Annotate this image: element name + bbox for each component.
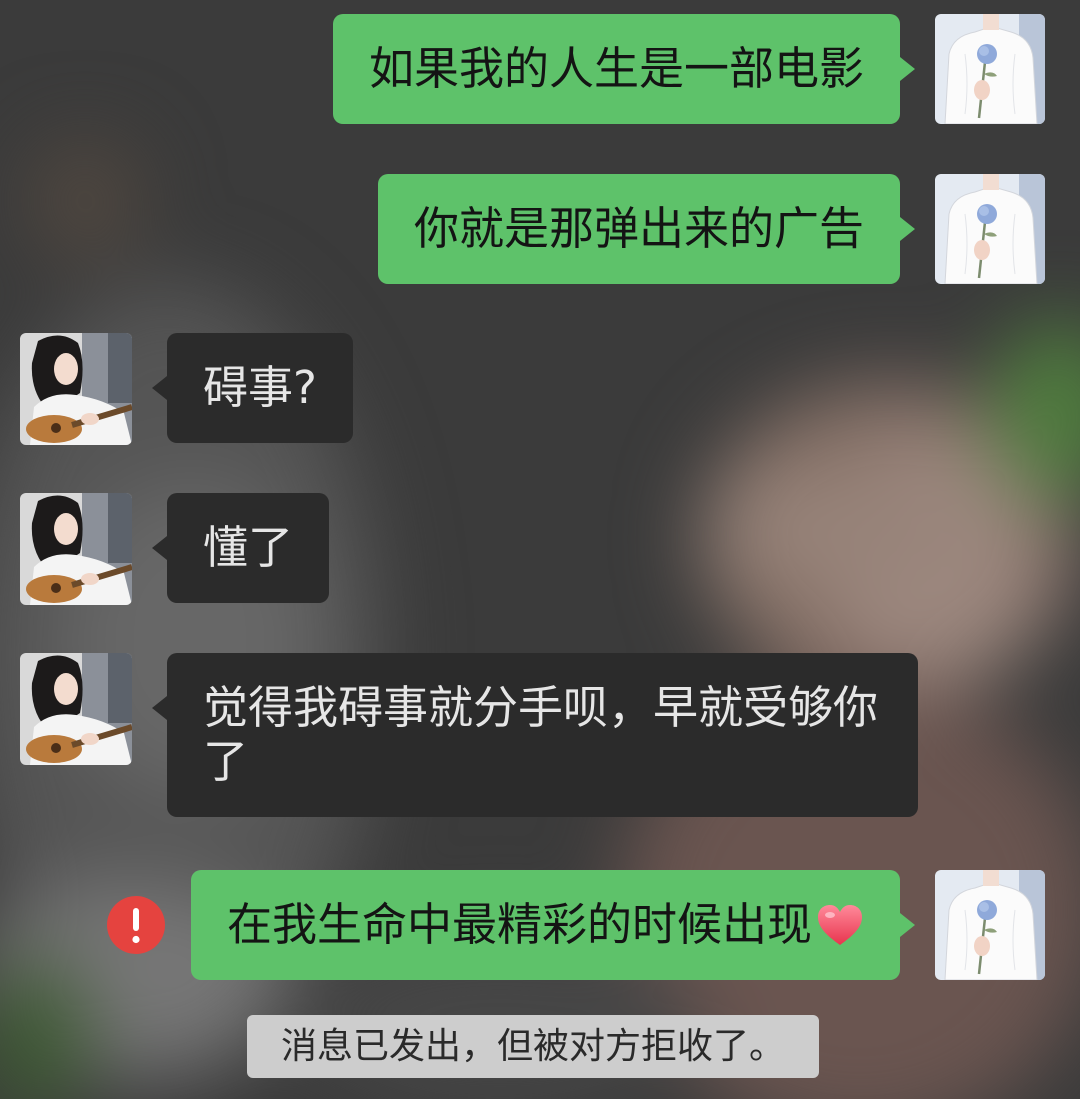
avatar-girl-with-guitar-icon [20,493,132,605]
message-row-sent: 如果我的人生是一部电影 [0,14,1080,124]
message-bubble[interactable]: 懂了 [151,493,330,603]
message-text: 觉得我碍事就分手呗，早就受够你了 [203,681,879,788]
message-row-received: 觉得我碍事就分手呗，早就受够你了 [0,653,1080,817]
my-avatar[interactable] [935,14,1045,124]
message-bubble[interactable]: 碍事? [152,333,353,443]
avatar-boy-with-blue-rose-icon [935,174,1045,284]
message-text: 如果我的人生是一部电影 [368,42,864,95]
my-avatar[interactable] [935,174,1045,284]
my-avatar[interactable] [935,870,1045,980]
message-text: 你就是那弹出来的广告 [413,202,864,255]
message-bubble[interactable]: 觉得我碍事就分手呗，早就受够你了 [152,653,918,817]
message-bubble[interactable]: 在我生命中最精彩的时候出现 [190,870,916,980]
contact-avatar[interactable] [20,493,132,605]
message-row-received: 懂了 [0,493,1080,605]
message-row-sent: 你就是那弹出来的广告 [0,174,1080,284]
system-notice: 消息已发出，但被对方拒收了。 [247,1015,820,1078]
exclamation-circle-icon [106,896,165,954]
message-text: 碍事? [203,361,317,414]
error-icon[interactable] [106,895,166,955]
avatar-boy-with-blue-rose-icon [935,870,1045,980]
avatar-boy-with-blue-rose-icon [935,14,1045,124]
red-heart-icon [818,905,862,945]
message-bubble[interactable]: 如果我的人生是一部电影 [332,14,916,124]
contact-avatar[interactable] [20,333,132,445]
message-row-received: 碍事? [0,333,1080,445]
message-text: 在我生命中最精彩的时候出现 [226,898,812,951]
contact-avatar[interactable] [20,653,132,765]
avatar-girl-with-guitar-icon [20,653,132,765]
message-bubble[interactable]: 你就是那弹出来的广告 [377,174,916,284]
message-row-sent-failed: 在我生命中最精彩的时候出现 [0,870,1080,980]
message-text: 懂了 [203,521,294,574]
avatar-girl-with-guitar-icon [20,333,132,445]
